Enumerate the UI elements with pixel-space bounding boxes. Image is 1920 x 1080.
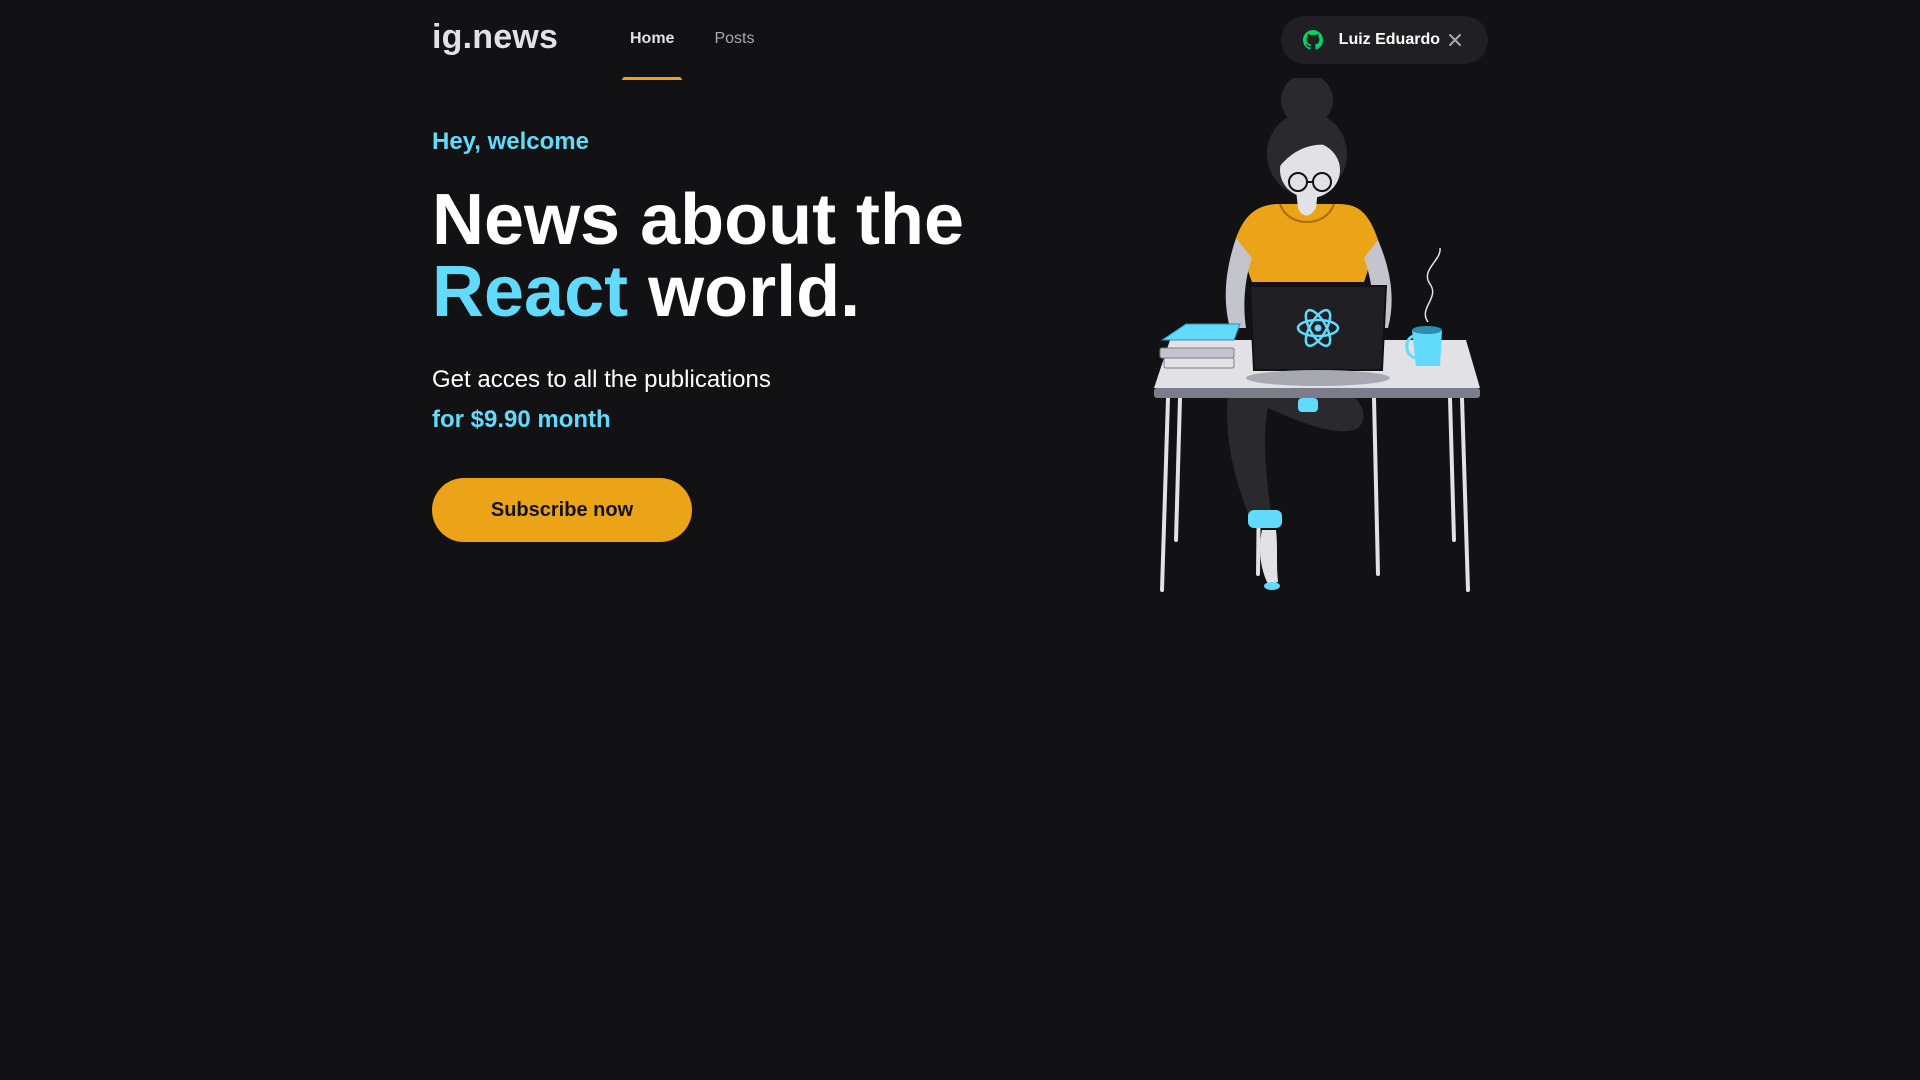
- woman-at-desk-illustration: [1154, 74, 1480, 592]
- logo[interactable]: ig.news: [432, 18, 558, 57]
- headline: News about the React world.: [432, 184, 1052, 328]
- user-name: Luiz Eduardo: [1338, 31, 1440, 48]
- header-content: ig.news Home Posts Luiz Eduardo: [432, 0, 1488, 80]
- subscribe-button[interactable]: Subscribe now: [432, 478, 692, 542]
- signin-user-button[interactable]: Luiz Eduardo: [1280, 16, 1488, 64]
- headline-line-1: News about the: [432, 180, 965, 260]
- price-text: for $9.90 month: [432, 406, 611, 433]
- hero-illustration: [1150, 74, 1490, 606]
- github-icon: [1302, 30, 1323, 50]
- headline-accent: React: [432, 252, 629, 332]
- nav-link-posts[interactable]: Posts: [706, 0, 762, 80]
- header: ig.news Home Posts Luiz Eduardo: [0, 0, 1920, 80]
- subtitle-text: Get acces to all the publications: [432, 366, 771, 393]
- close-icon[interactable]: [1448, 33, 1462, 47]
- nav-link-home[interactable]: Home: [622, 0, 683, 80]
- subtitle: Get acces to all the publications for $9…: [432, 360, 1052, 440]
- main-nav: Home Posts: [622, 0, 786, 80]
- welcome-text: Hey, welcome: [432, 128, 589, 155]
- hero-section: Hey, welcome News about the React world.…: [432, 128, 1052, 542]
- headline-line-2: world.: [648, 252, 861, 332]
